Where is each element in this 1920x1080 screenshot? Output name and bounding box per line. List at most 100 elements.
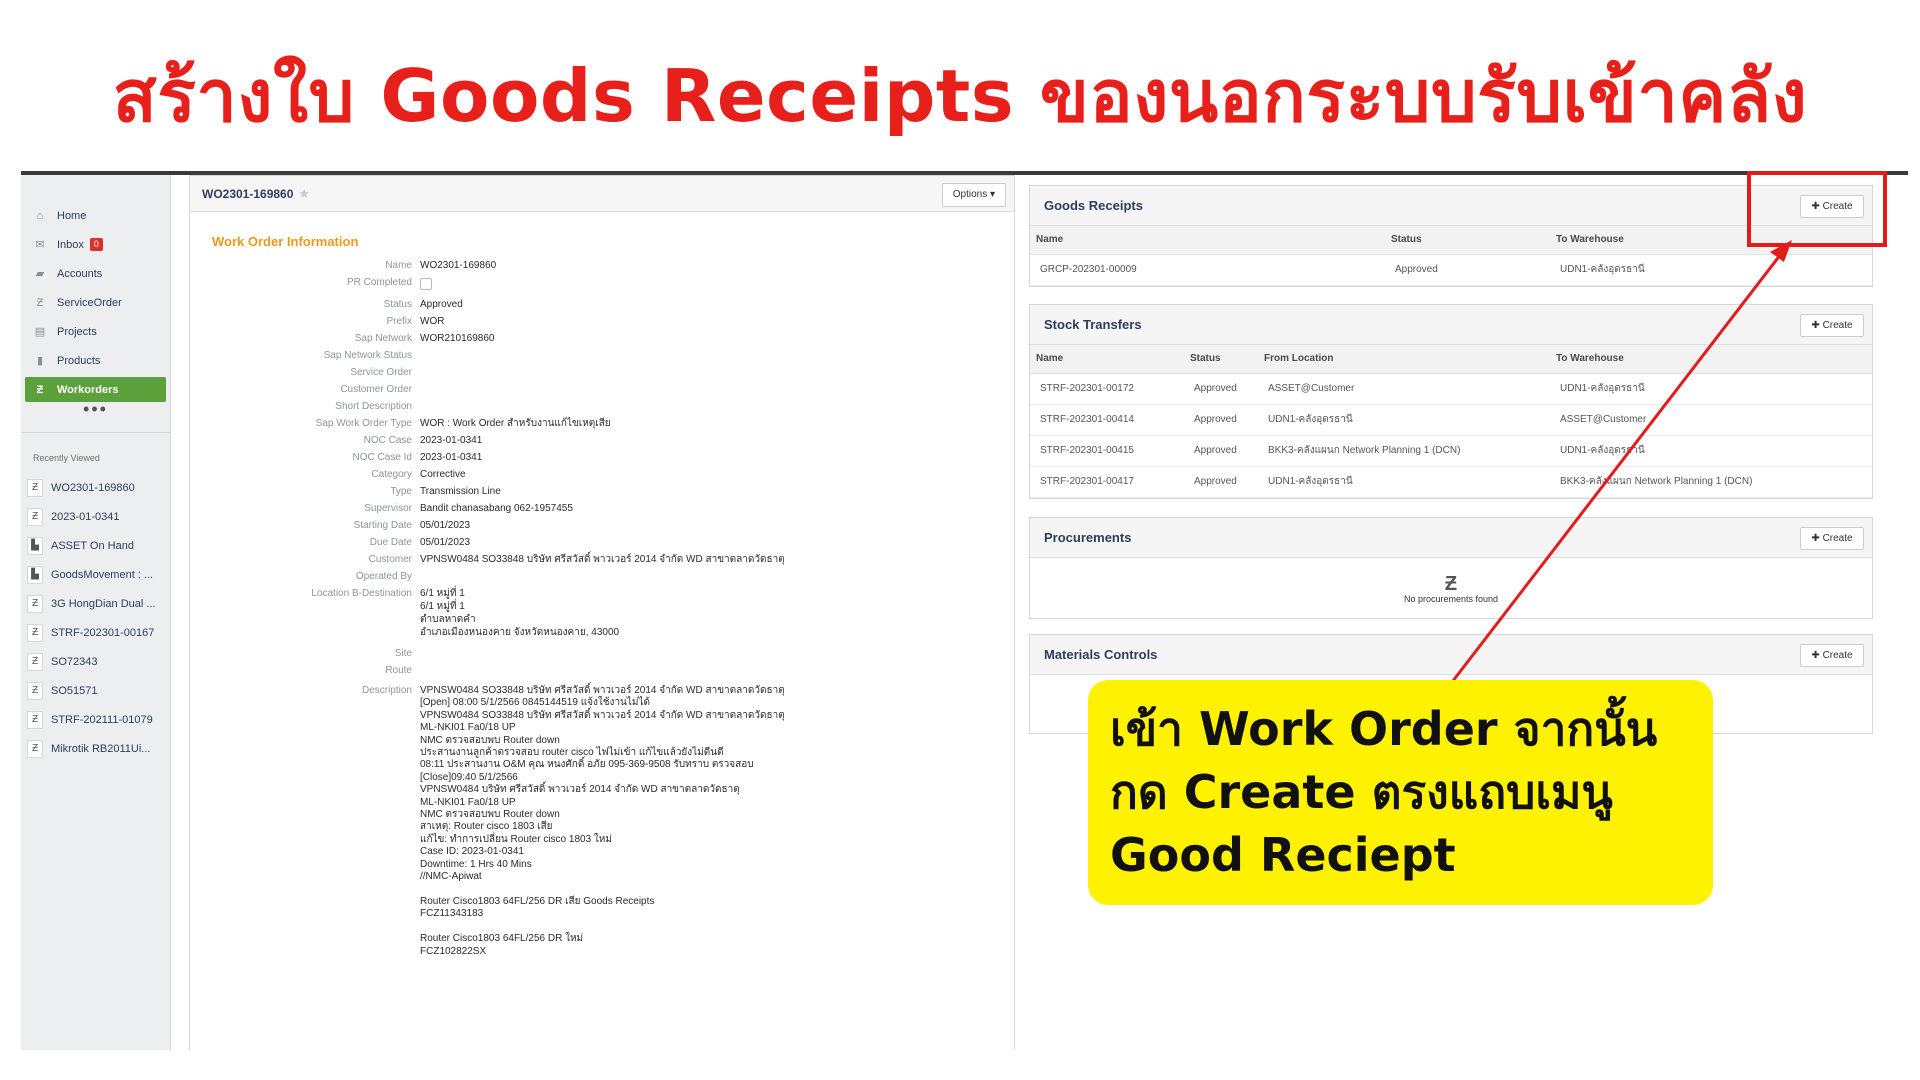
table-row[interactable]: GRCP-202301-00009 Approved UDN1-คลังอุดร… [1030, 254, 1872, 286]
field-value: VPNSW0484 SO33848 บริษัท ศรีสวัสดิ์ พาวเ… [420, 685, 785, 957]
recent-item[interactable]: Ƶ SO72343 [21, 647, 170, 676]
sidebar-item-label: Home [57, 209, 87, 222]
recent-item[interactable]: Ƶ 2023-01-0341 [21, 502, 170, 531]
column-header: Status [1184, 345, 1258, 374]
column-header: To Warehouse [1550, 345, 1872, 374]
stock-transfers-create-button[interactable]: ✚ Create [1800, 314, 1864, 337]
column-header: Name [1030, 345, 1184, 374]
table-cell[interactable]: GRCP-202301-00009 [1030, 254, 1385, 286]
materials-controls-create-button[interactable]: ✚ Create [1800, 644, 1864, 667]
field-value: 2023-01-0341 [420, 452, 483, 463]
field-row: Category Corrective [190, 468, 1014, 485]
field-label: Operated By [355, 571, 412, 582]
recently-viewed-title: Recently Viewed [21, 432, 170, 473]
field-value: VPNSW0484 SO33848 บริษัท ศรีสวัสดิ์ พาวเ… [420, 554, 785, 565]
field-label: Short Description [335, 401, 412, 412]
table-cell[interactable]: STRF-202301-00172 [1030, 373, 1184, 405]
table-row[interactable]: STRF-202301-00172 Approved ASSET@Custome… [1030, 373, 1872, 405]
z-logo-icon: Ƶ [27, 681, 43, 700]
field-label: Sap Work Order Type [315, 418, 412, 429]
recent-item[interactable]: ▙ ASSET On Hand [21, 531, 170, 560]
star-icon[interactable]: ★ [298, 186, 310, 202]
field-label: Category [371, 469, 412, 480]
field-row: Prefix WOR [190, 315, 1014, 332]
procurements-panel: Procurements ✚ Create Ƶ No procurements f… [1029, 517, 1873, 619]
chart-icon: ▙ [27, 536, 43, 555]
stock-transfers-panel: Stock Transfers ✚ Create Name Status From… [1029, 304, 1873, 499]
field-value: Approved [420, 299, 463, 310]
field-label: Name [385, 260, 412, 271]
table-cell: Approved [1184, 373, 1258, 405]
field-label: NOC Case Id [352, 452, 412, 463]
recent-item-label: ASSET On Hand [51, 539, 134, 552]
pr-completed-checkbox[interactable] [420, 278, 432, 290]
field-value: Transmission Line [420, 486, 501, 497]
recent-item[interactable]: ▙ GoodsMovement : ... [21, 560, 170, 589]
recently-viewed-list: Ƶ WO2301-169860 Ƶ 2023-01-0341 ▙ ASSET On H… [21, 473, 170, 763]
recent-item[interactable]: Ƶ 3G HongDian Dual ... [21, 589, 170, 618]
sidebar-item-accounts[interactable]: ▰ Accounts [21, 259, 170, 288]
options-button[interactable]: Options ▾ [941, 183, 1006, 207]
sidebar-item-serviceorder[interactable]: Ƶ ServiceOrder [21, 288, 170, 317]
home-icon: ⌂ [36, 209, 44, 222]
panel-title: Procurements [1044, 530, 1132, 545]
sidebar-item-projects[interactable]: ▤ Projects [21, 317, 170, 346]
headline: สร้างใบ Goods Receipts ของนอกระบบรับเข้า… [112, 54, 1808, 138]
field-label: NOC Case [363, 435, 412, 446]
procurements-create-button[interactable]: ✚ Create [1800, 527, 1864, 550]
field-value: WOR210169860 [420, 333, 495, 344]
table-cell: UDN1-คลังอุดรธานี [1550, 254, 1872, 286]
z-logo-icon: Ƶ [27, 652, 43, 671]
section-title: Work Order Information [212, 234, 359, 249]
sidebar-item-label: Accounts [57, 267, 103, 280]
field-label: Route [385, 665, 412, 676]
field-row: Name WO2301-169860 [190, 259, 1014, 276]
table-cell: Approved [1184, 435, 1258, 467]
field-value: WO2301-169860 [420, 260, 497, 271]
panel-title: Stock Transfers [1044, 317, 1142, 332]
field-row: NOC Case Id 2023-01-0341 [190, 451, 1014, 468]
table-cell: UDN1-คลังอุดรธานี [1550, 435, 1872, 467]
table-header-row: Name Status To Warehouse [1030, 226, 1872, 255]
recent-item-label: Mikrotik RB2011Ui... [51, 742, 151, 755]
field-label: Customer [368, 554, 412, 565]
recent-item[interactable]: Ƶ SO51571 [21, 676, 170, 705]
table-cell[interactable]: STRF-202301-00414 [1030, 404, 1184, 436]
recent-item[interactable]: Ƶ WO2301-169860 [21, 473, 170, 502]
field-label: Sap Network Status [323, 350, 412, 361]
recent-item-label: STRF-202111-01079 [51, 713, 153, 726]
table-cell: BKK3-คลังแผนก Network Planning 1 (DCN) [1258, 435, 1550, 467]
table-row[interactable]: STRF-202301-00417 Approved UDN1-คลังอุดร… [1030, 466, 1872, 498]
sidebar-item-inbox[interactable]: ✉ Inbox 0 [21, 230, 170, 259]
field-row: Supervisor Bandit chanasabang 062-1957455 [190, 502, 1014, 519]
sidebar-item-home[interactable]: ⌂ Home [21, 201, 170, 230]
recent-item-label: 2023-01-0341 [51, 510, 120, 523]
table-cell: Approved [1385, 254, 1550, 286]
field-label: Due Date [369, 537, 412, 548]
workorder-detail-panel: WO2301-169860 ★ Options ▾ Work Order Inf… [189, 175, 1015, 1050]
recent-item[interactable]: Ƶ Mikrotik RB2011Ui... [21, 734, 170, 763]
recent-item-label: 3G HongDian Dual ... [51, 597, 156, 610]
field-row: Type Transmission Line [190, 485, 1014, 502]
field-value: 05/01/2023 [420, 520, 471, 531]
panel-title: Materials Controls [1044, 647, 1158, 662]
table-cell: Approved [1184, 404, 1258, 436]
field-row: Site [190, 647, 1014, 664]
workorder-header: WO2301-169860 ★ Options ▾ [190, 176, 1014, 212]
recent-item[interactable]: Ƶ STRF-202301-00167 [21, 618, 170, 647]
recent-item[interactable]: Ƶ STRF-202111-01079 [21, 705, 170, 734]
z-logo-icon: Ƶ [27, 507, 43, 526]
workorder-title: WO2301-169860 [202, 186, 294, 201]
field-label: Service Order [350, 367, 412, 378]
table-row[interactable]: STRF-202301-00414 Approved UDN1-คลังอุดร… [1030, 404, 1872, 436]
table-cell: Approved [1184, 466, 1258, 498]
sidebar-item-products[interactable]: ▮ Products [21, 346, 170, 375]
table-cell[interactable]: STRF-202301-00415 [1030, 435, 1184, 467]
table-row[interactable]: STRF-202301-00415 Approved BKK3-คลังแผนก… [1030, 435, 1872, 467]
table-cell[interactable]: STRF-202301-00417 [1030, 466, 1184, 498]
field-row: Customer VPNSW0484 SO33848 บริษัท ศรีสวัส… [190, 553, 1014, 570]
table-cell: BKK3-คลังแผนก Network Planning 1 (DCN) [1550, 466, 1872, 498]
table-header-row: Name Status From Location To Warehouse [1030, 345, 1872, 374]
empty-message: No procurements found [1403, 594, 1499, 604]
more-menu-button[interactable]: ••• [21, 400, 170, 426]
